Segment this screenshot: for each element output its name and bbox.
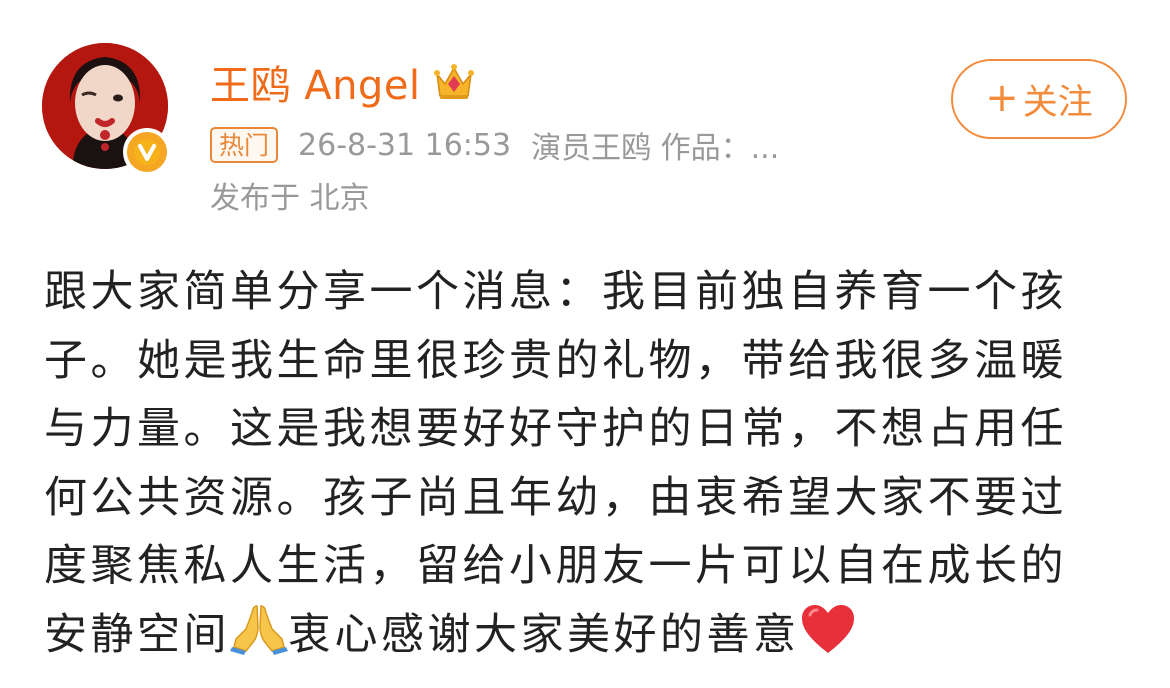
- follow-button[interactable]: + 关注: [951, 59, 1127, 139]
- author-header: 王鸥 Angel: [210, 54, 475, 110]
- hot-tag[interactable]: 热门: [210, 127, 279, 163]
- red-heart-emoji-icon: [800, 603, 856, 655]
- post-content: 跟大家简单分享一个消息：我目前独自养育一个孩 子。她是我生命里很珍贵的礼物，带给…: [44, 258, 1114, 669]
- author-name[interactable]: 王鸥 Angel: [210, 53, 421, 111]
- verified-badge-icon: [123, 128, 171, 176]
- post-text-fragment: 衷心感谢大家美好的善意: [288, 609, 800, 660]
- post-text-line: 子。她是我生命里很珍贵的礼物，带给我很多温暖: [44, 335, 1067, 386]
- post-location: 发布于 北京: [210, 181, 370, 216]
- post-text-line: 跟大家简单分享一个消息：我目前独自养育一个孩: [44, 267, 1067, 317]
- post-text-line: 度聚焦私人生活，留给小朋友一片可以自在成长的: [44, 541, 1067, 591]
- post-timestamp: 26-8-31 16:53: [298, 127, 512, 163]
- post-source[interactable]: 演员王鸥 作品：...: [531, 123, 779, 167]
- folded-hands-emoji-icon: [230, 603, 288, 655]
- post-text-line: 与力量。这是我想要好好守护的日常，不想占用任: [44, 404, 1067, 454]
- follow-label: 关注: [1022, 82, 1093, 123]
- post-meta: 热门 26-8-31 16:53 演员王鸥 作品：...: [210, 124, 779, 166]
- post-text-line-last: 安静空间 衷心感谢大家美好的善意: [44, 601, 1114, 670]
- plus-icon: +: [985, 75, 1019, 121]
- post-text-line: 何公共资源。孩子尚且年幼，由衷希望大家不要过: [44, 472, 1067, 523]
- post-text-fragment: 安静空间: [44, 609, 230, 660]
- crown-icon: [433, 64, 474, 99]
